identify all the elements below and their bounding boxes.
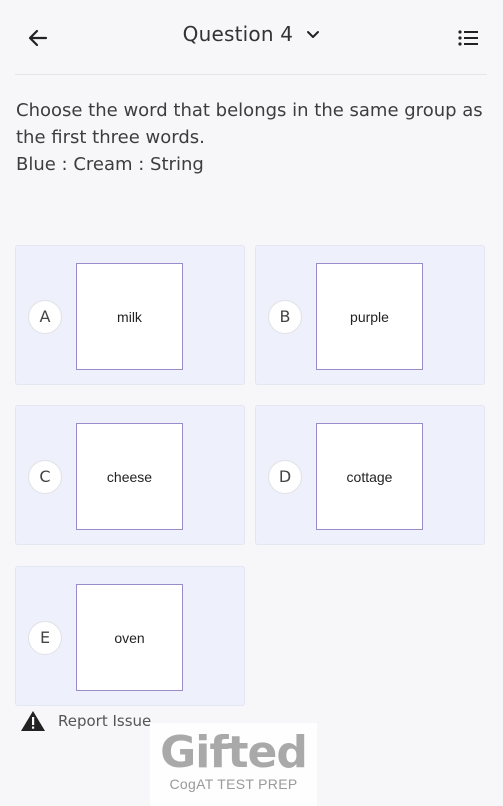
option-word-card: purple [316, 263, 423, 370]
watermark-logo: Gifted [160, 727, 308, 778]
question-list-button[interactable] [455, 24, 483, 52]
header: Question 4 [0, 0, 503, 74]
question-prompt: Choose the word that belongs in the same… [16, 100, 483, 148]
option-word-card: oven [76, 584, 183, 691]
option-d[interactable]: D cottage [255, 405, 485, 545]
option-word-card: cottage [316, 423, 423, 530]
option-letter: C [28, 460, 62, 494]
watermark: Gifted CogAT TEST PREP [150, 723, 317, 806]
warning-icon [21, 711, 45, 731]
option-b[interactable]: B purple [255, 245, 485, 385]
question-words: Blue : Cream : String [16, 154, 204, 175]
header-divider [15, 74, 487, 75]
list-icon [458, 30, 478, 46]
option-word-card: milk [76, 263, 183, 370]
option-letter: B [268, 300, 302, 334]
report-issue-button[interactable]: Report Issue [20, 709, 151, 733]
option-word-card: cheese [76, 423, 183, 530]
option-letter: A [28, 300, 62, 334]
watermark-subtitle: CogAT TEST PREP [169, 776, 298, 792]
page-title: Question 4 [182, 22, 294, 46]
question-selector[interactable]: Question 4 [0, 22, 503, 46]
option-e[interactable]: E oven [15, 566, 245, 706]
quiz-screen: Question 4 Choose the word that belongs … [0, 0, 503, 806]
option-c[interactable]: C cheese [15, 405, 245, 545]
question-text: Choose the word that belongs in the same… [16, 97, 491, 178]
chevron-down-icon [307, 31, 320, 38]
option-letter: E [28, 621, 62, 655]
option-a[interactable]: A milk [15, 245, 245, 385]
option-letter: D [268, 460, 302, 494]
report-issue-label: Report Issue [58, 712, 152, 730]
